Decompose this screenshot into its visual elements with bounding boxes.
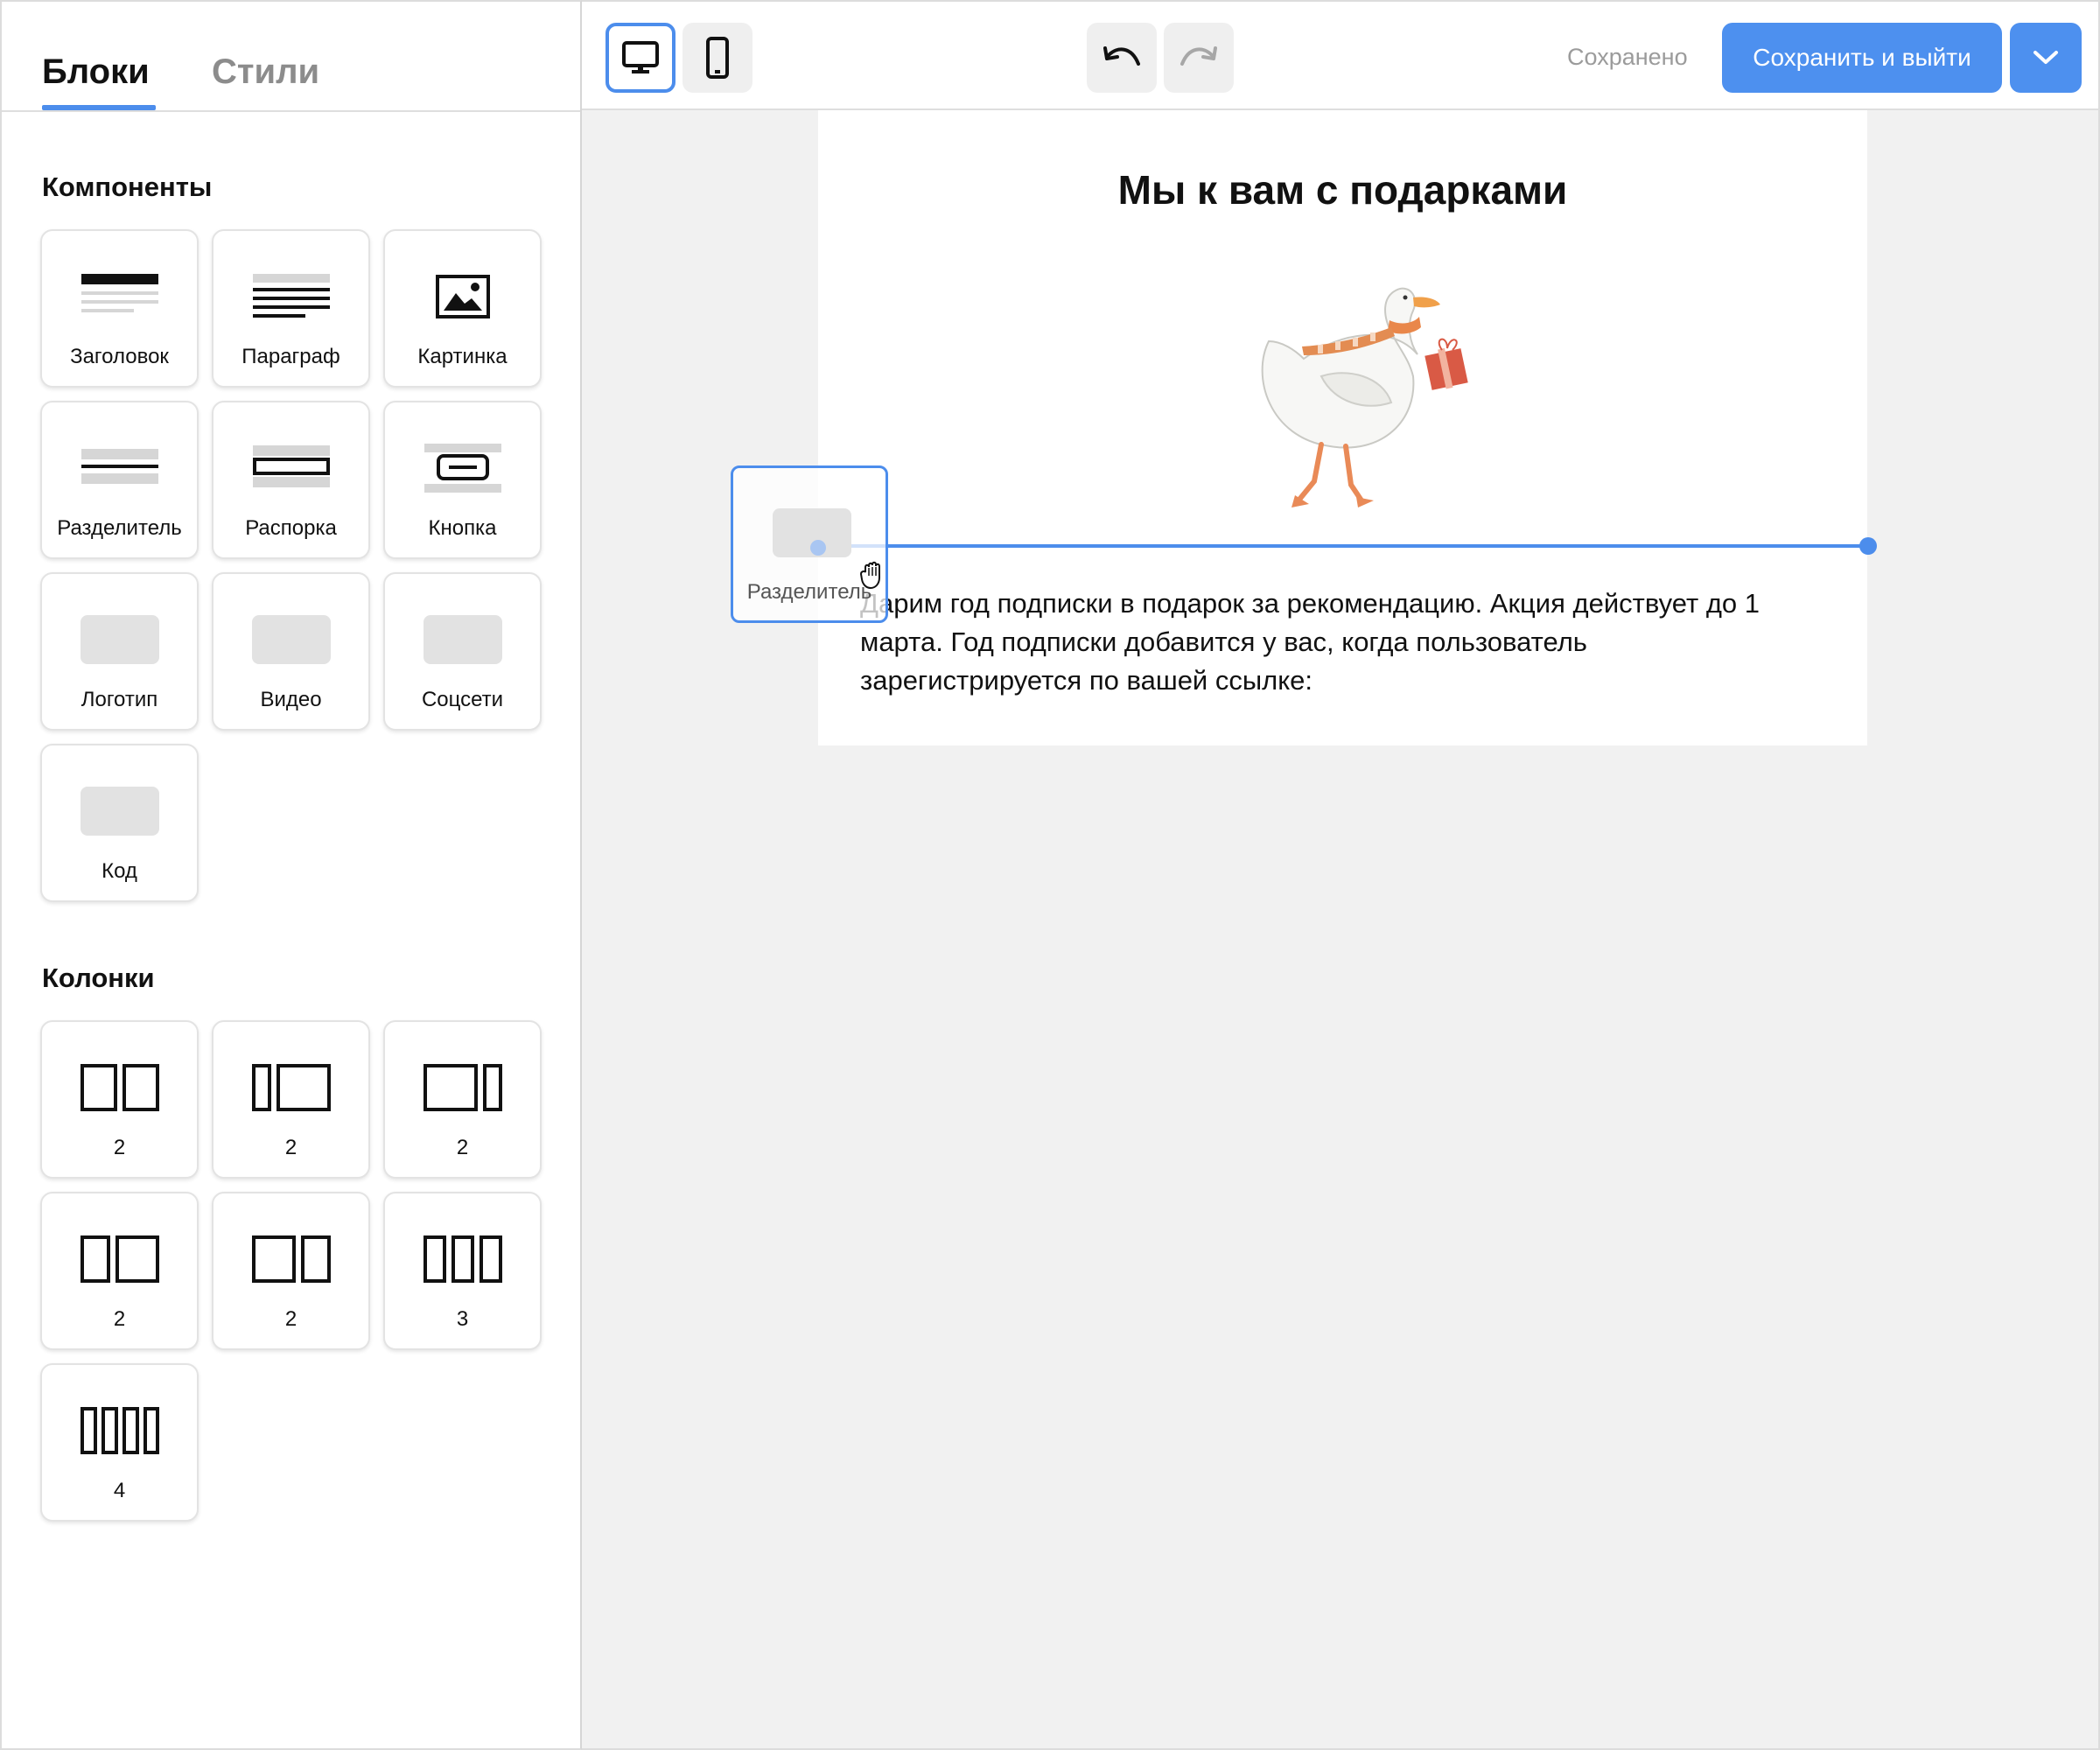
video-placeholder-icon bbox=[251, 615, 331, 664]
tile-label: 2 bbox=[113, 1307, 126, 1331]
columns-3[interactable]: 3 bbox=[383, 1192, 542, 1350]
tile-label: Видео bbox=[260, 688, 322, 711]
tile-label: 3 bbox=[456, 1307, 469, 1331]
columns-wide-narrow-icon bbox=[423, 1064, 502, 1111]
component-spacer[interactable]: Распорка bbox=[212, 401, 370, 559]
tile-label: 2 bbox=[284, 1307, 298, 1331]
tile-label: Код bbox=[102, 859, 137, 883]
code-placeholder-icon bbox=[80, 787, 159, 836]
columns-2-wide-narrow[interactable]: 2 bbox=[383, 1020, 542, 1179]
columns-narrow-wide-icon bbox=[251, 1064, 331, 1111]
desktop-view-button[interactable] bbox=[606, 23, 676, 93]
tile-label: Соцсети bbox=[421, 688, 504, 711]
columns-equal-icon bbox=[80, 1064, 159, 1111]
dragged-divider-block[interactable]: Разделитель bbox=[731, 466, 888, 623]
tile-label: 4 bbox=[113, 1479, 126, 1502]
components-section-title: Компоненты bbox=[42, 172, 213, 202]
tile-label: Заголовок bbox=[70, 345, 169, 368]
tile-label: Разделитель bbox=[57, 516, 182, 540]
columns-wide-left-icon bbox=[251, 1236, 331, 1283]
blocks-sidebar: Блоки Стили Компоненты Заголовок Парагра… bbox=[0, 0, 582, 1750]
tile-label: Логотип bbox=[80, 688, 158, 711]
component-video[interactable]: Видео bbox=[212, 572, 370, 731]
columns-three-icon bbox=[423, 1236, 502, 1283]
columns-four-icon bbox=[80, 1407, 159, 1454]
save-options-button[interactable] bbox=[2010, 23, 2082, 93]
logo-placeholder-icon bbox=[80, 615, 159, 664]
desktop-icon bbox=[622, 41, 659, 74]
paragraph-icon bbox=[252, 274, 330, 318]
chevron-down-icon bbox=[2034, 51, 2058, 64]
columns-4[interactable]: 4 bbox=[40, 1363, 199, 1522]
heading-icon bbox=[80, 274, 158, 312]
columns-2-narrow-wide[interactable]: 2 bbox=[212, 1020, 370, 1179]
columns-2-equal[interactable]: 2 bbox=[40, 1020, 199, 1179]
columns-2-small-large[interactable]: 2 bbox=[40, 1192, 199, 1350]
editor-toolbar: Сохранено Сохранить и выйти bbox=[582, 0, 2100, 110]
redo-button[interactable] bbox=[1164, 23, 1234, 93]
save-and-exit-button[interactable]: Сохранить и выйти bbox=[1722, 23, 2002, 93]
columns-section-title: Колонки bbox=[42, 962, 155, 993]
tile-label: Картинка bbox=[417, 345, 508, 368]
tile-label: 2 bbox=[113, 1136, 126, 1159]
redo-icon bbox=[1180, 46, 1217, 66]
image-icon bbox=[435, 275, 490, 318]
tab-styles[interactable]: Стили bbox=[212, 52, 319, 92]
email-preview: Мы к вам с подарками Дарим год подписки … bbox=[818, 110, 1867, 746]
drop-indicator-end bbox=[1859, 537, 1877, 555]
editor-canvas: Мы к вам с подарками Дарим год подписки … bbox=[582, 110, 2100, 1750]
tile-label: Кнопка bbox=[428, 516, 497, 540]
mobile-view-button[interactable] bbox=[682, 23, 752, 93]
component-logo[interactable]: Логотип bbox=[40, 572, 199, 731]
component-code[interactable]: Код bbox=[40, 744, 199, 902]
divider-icon bbox=[80, 449, 158, 484]
save-status: Сохранено bbox=[1567, 44, 1688, 70]
button-icon bbox=[424, 444, 501, 493]
component-image[interactable]: Картинка bbox=[383, 229, 542, 388]
component-heading[interactable]: Заголовок bbox=[40, 229, 199, 388]
mobile-icon bbox=[706, 37, 729, 79]
goose-with-gift-illustration[interactable] bbox=[1234, 271, 1496, 525]
columns-two-icon bbox=[80, 1236, 159, 1283]
undo-button[interactable] bbox=[1087, 23, 1157, 93]
component-paragraph[interactable]: Параграф bbox=[212, 229, 370, 388]
spacer-icon bbox=[252, 445, 330, 487]
drop-indicator-line bbox=[817, 544, 1868, 548]
component-divider[interactable]: Разделитель bbox=[40, 401, 199, 559]
email-heading[interactable]: Мы к вам с подарками bbox=[818, 166, 1867, 214]
component-social[interactable]: Соцсети bbox=[383, 572, 542, 731]
sidebar-tabs: Блоки Стили bbox=[2, 2, 580, 112]
social-placeholder-icon bbox=[423, 615, 502, 664]
tab-blocks[interactable]: Блоки bbox=[42, 52, 150, 92]
active-tab-indicator bbox=[42, 105, 156, 110]
drag-anchor-dot bbox=[810, 540, 826, 556]
component-button[interactable]: Кнопка bbox=[383, 401, 542, 559]
undo-icon bbox=[1103, 46, 1140, 66]
email-paragraph[interactable]: Дарим год подписки в подарок за рекоменд… bbox=[860, 584, 1805, 700]
columns-2-large-small[interactable]: 2 bbox=[212, 1192, 370, 1350]
tile-label: Параграф bbox=[242, 345, 340, 368]
tile-label: 2 bbox=[456, 1136, 469, 1159]
grab-hand-icon bbox=[859, 561, 880, 590]
tile-label: 2 bbox=[284, 1136, 298, 1159]
tile-label: Распорка bbox=[245, 516, 337, 540]
